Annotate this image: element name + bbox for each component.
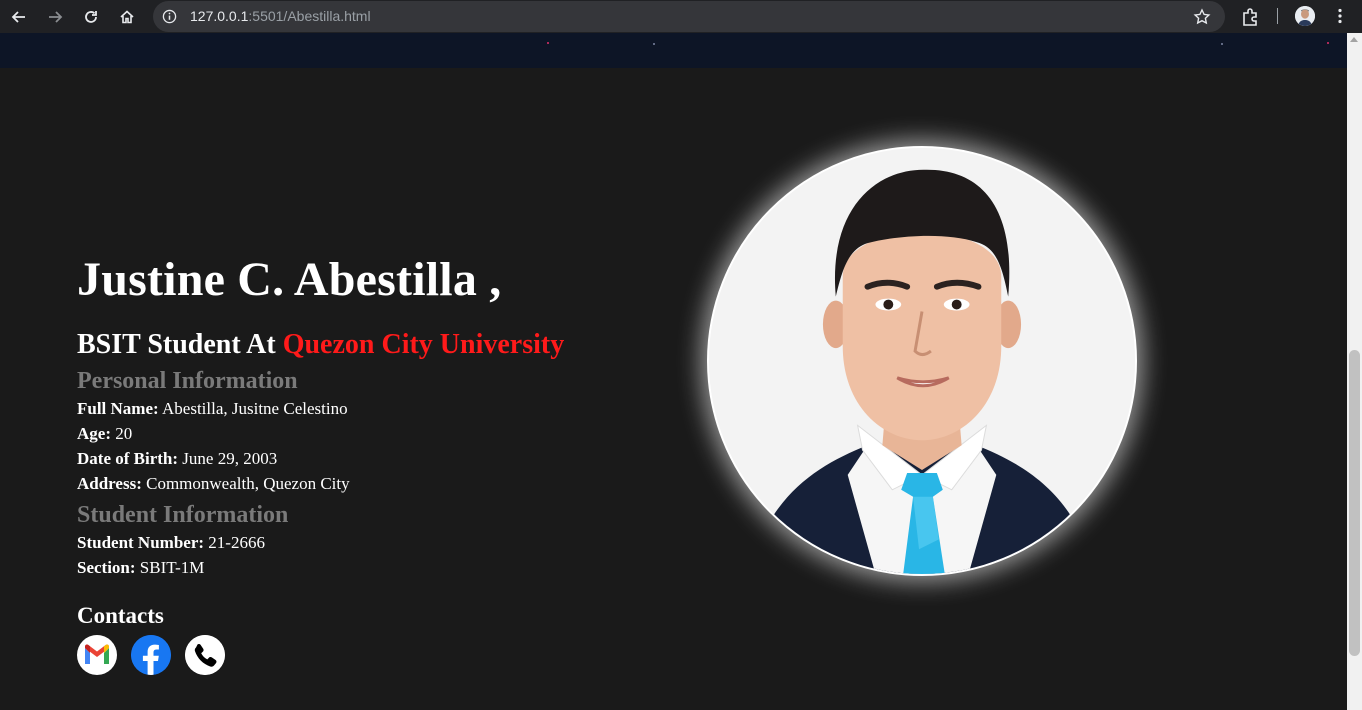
profile-avatar[interactable] — [1295, 6, 1315, 26]
page-title: Justine C. Abestilla , — [77, 253, 502, 306]
info-label: Student Number: — [77, 533, 205, 552]
url-text[interactable]: 127.0.0.1:5501/Abestilla.html — [190, 8, 371, 24]
info-label: Date of Birth: — [77, 449, 179, 468]
contacts-heading: Contacts — [77, 603, 164, 628]
scrollbar-thumb[interactable] — [1349, 350, 1360, 656]
decorative-dot — [1221, 43, 1223, 45]
page-scrollbar[interactable] — [1347, 33, 1362, 710]
kebab-menu-icon[interactable] — [1330, 6, 1350, 26]
extensions-puzzle-icon[interactable] — [1240, 6, 1262, 28]
profile-content: Justine C. Abestilla , BSIT Student At Q… — [77, 250, 564, 675]
student-info-heading: Student Information — [77, 502, 289, 528]
reload-icon — [85, 11, 97, 23]
site-info-icon[interactable] — [161, 8, 178, 25]
url-host: 127.0.0.1 — [190, 8, 249, 24]
info-label: Full Name: — [77, 399, 159, 418]
address-bar[interactable]: 127.0.0.1:5501/Abestilla.html — [153, 1, 1225, 32]
decorative-dot — [1327, 42, 1329, 44]
decorative-dot — [547, 42, 549, 44]
info-value: June 29, 2003 — [178, 449, 278, 468]
toolbar-divider — [1277, 8, 1278, 24]
arrow-left-icon — [11, 11, 25, 23]
subtitle-prefix: BSIT Student At — [77, 329, 283, 360]
info-section: Section: SBIT-1M — [77, 555, 564, 580]
arrow-right-icon — [49, 11, 63, 23]
decorative-dot — [653, 43, 655, 45]
scroll-up-arrow-icon[interactable] — [1350, 37, 1358, 42]
forward-button[interactable] — [42, 4, 68, 30]
bookmark-star-icon[interactable] — [1193, 8, 1211, 26]
info-value: 20 — [110, 424, 133, 443]
info-value: Abestilla, Jusitne Celestino — [158, 399, 348, 418]
info-address: Address: Commonwealth, Quezon City — [77, 471, 564, 496]
profile-photo — [707, 146, 1137, 576]
home-icon — [120, 10, 134, 24]
info-value: 21-2666 — [204, 533, 265, 552]
personal-info-heading: Personal Information — [77, 368, 298, 394]
browser-toolbar: 127.0.0.1:5501/Abestilla.html — [0, 0, 1362, 33]
url-path: :5501/Abestilla.html — [248, 8, 371, 24]
info-date-of-birth: Date of Birth: June 29, 2003 — [77, 446, 564, 471]
contacts-row — [77, 635, 564, 675]
page-navbar — [0, 33, 1347, 68]
info-full-name: Full Name: Abestilla, Jusitne Celestino — [77, 396, 564, 421]
gmail-icon[interactable] — [77, 635, 117, 675]
info-value: Commonwealth, Quezon City — [141, 474, 350, 493]
phone-icon[interactable] — [185, 635, 225, 675]
university-name: Quezon City University — [282, 329, 565, 360]
info-label: Section: — [77, 558, 136, 577]
facebook-icon[interactable] — [131, 635, 171, 675]
info-label: Age: — [77, 424, 111, 443]
home-button[interactable] — [114, 4, 140, 30]
subtitle: BSIT Student At Quezon City University — [77, 328, 564, 362]
info-label: Address: — [77, 474, 142, 493]
info-age: Age: 20 — [77, 421, 564, 446]
reload-button[interactable] — [78, 4, 104, 30]
info-student-number: Student Number: 21-2666 — [77, 530, 564, 555]
back-button[interactable] — [6, 4, 32, 30]
info-value: SBIT-1M — [135, 558, 205, 577]
